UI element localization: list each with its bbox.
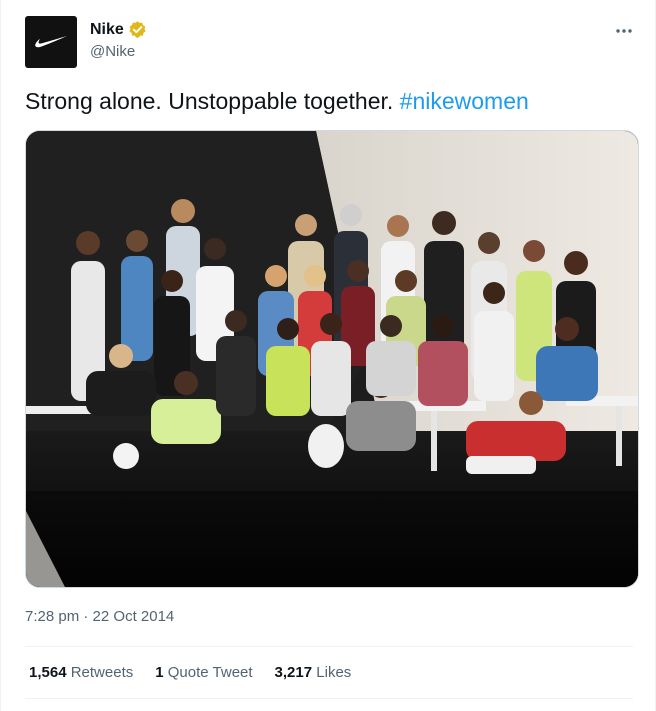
tweet-time[interactable]: 7:28 pm [25, 608, 79, 625]
author-handle[interactable]: @Nike [90, 43, 135, 60]
tweet-media-photo[interactable] [25, 130, 639, 588]
verified-badge-icon [129, 21, 146, 38]
retweets-stat[interactable]: 1,564 Retweets [29, 664, 133, 681]
engagement-stats: 1,564 Retweets 1 Quote Tweet 3,217 Likes [29, 664, 351, 681]
hashtag-link[interactable]: #nikewomen [400, 88, 529, 114]
author-name-row[interactable]: Nike [90, 20, 147, 39]
tweet-text: Strong alone. Unstoppable together. #nik… [25, 86, 529, 116]
divider [25, 646, 633, 647]
likes-stat[interactable]: 3,217 Likes [275, 664, 352, 681]
divider [25, 698, 633, 699]
avatar[interactable] [25, 16, 77, 68]
tweet-card: Nike @Nike Strong alone. Unstoppable tog… [0, 0, 656, 711]
retweets-count: 1,564 [29, 664, 67, 681]
quote-tweets-stat[interactable]: 1 Quote Tweet [155, 664, 252, 681]
quote-tweets-count: 1 [155, 664, 164, 681]
retweets-label: Retweets [70, 664, 134, 681]
tweet-body: Strong alone. Unstoppable together. [25, 88, 400, 114]
tweet-date[interactable]: 22 Oct 2014 [93, 608, 175, 625]
likes-label: Likes [316, 664, 352, 681]
more-options-button[interactable] [611, 18, 637, 44]
timestamp-separator: · [79, 608, 93, 625]
nike-swoosh-icon [35, 36, 67, 48]
more-horizontal-icon [616, 29, 632, 33]
author-display-name[interactable]: Nike [90, 21, 124, 39]
quote-tweets-label: Quote Tweet [167, 664, 253, 681]
likes-count: 3,217 [274, 664, 313, 681]
team-photo [26, 131, 638, 587]
tweet-timestamp[interactable]: 7:28 pm · 22 Oct 2014 [25, 608, 174, 625]
